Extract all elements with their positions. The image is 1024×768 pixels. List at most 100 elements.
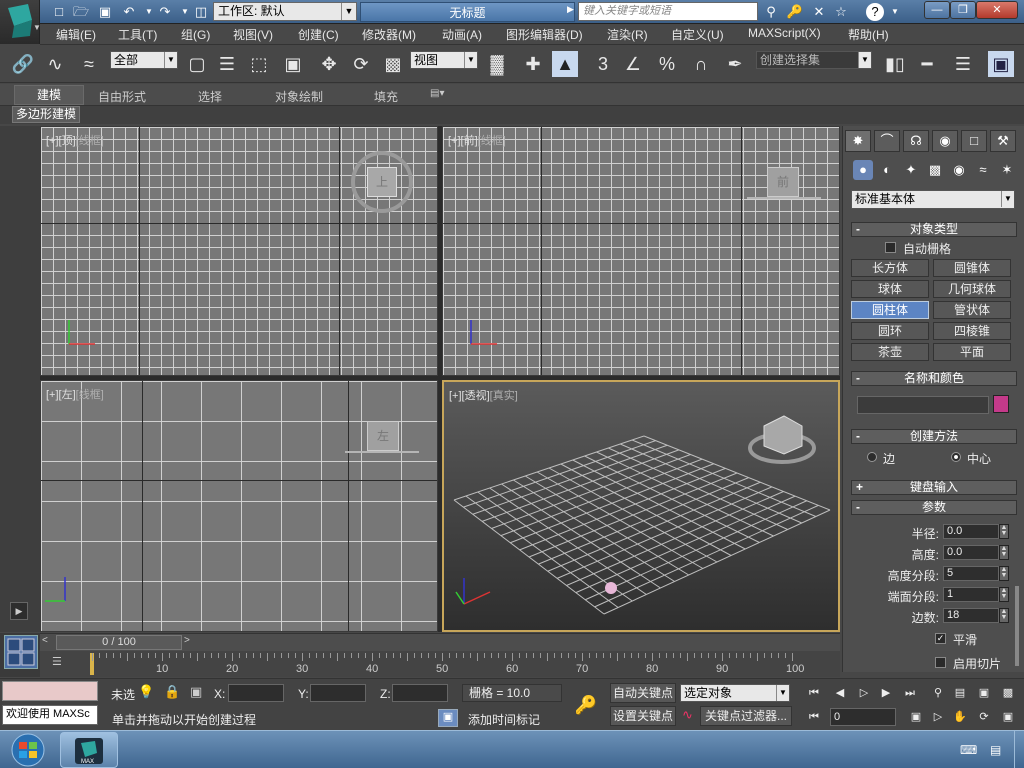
tab-freeform[interactable]: 自由形式 — [98, 88, 146, 105]
expand-right-icon[interactable]: ▶ — [10, 602, 28, 620]
maxscript-mini-listener[interactable]: 欢迎使用 MAXSc — [2, 705, 98, 725]
new-file-icon[interactable]: □ — [50, 3, 68, 21]
next-frame-icon[interactable]: ▶ — [878, 685, 894, 701]
network-tray-icon[interactable]: ▤ — [990, 743, 1001, 757]
viewport-layout-icon[interactable] — [4, 635, 38, 669]
ribbon-options-icon[interactable]: ▤▾ — [430, 88, 444, 99]
unlink-icon[interactable]: ∿ — [42, 51, 68, 77]
angle-snap-icon[interactable]: ∠ — [620, 51, 646, 77]
viewcube-ring[interactable] — [747, 197, 821, 199]
rollout-parameters[interactable]: - 参数 — [851, 500, 1017, 515]
smooth-checkbox[interactable]: ✓ — [935, 633, 946, 644]
object-color-swatch[interactable] — [993, 395, 1009, 413]
tab-modeling[interactable]: 建模 — [14, 85, 84, 105]
plane-button[interactable]: 平面 — [933, 343, 1011, 361]
menu-tools[interactable]: 工具(T) — [118, 26, 157, 43]
set-key-icon[interactable]: 🔑 — [566, 687, 606, 723]
viewport-shading[interactable]: [线框] — [76, 389, 104, 401]
move-icon[interactable]: ✥ — [316, 51, 342, 77]
mirror-icon[interactable]: ▮▯ — [882, 51, 908, 77]
selection-filter-dropdown[interactable]: 全部 ▼ — [110, 51, 178, 69]
cylinder-button[interactable]: 圆柱体 — [851, 301, 929, 319]
slice-checkbox[interactable] — [935, 657, 946, 668]
time-slider-thumb[interactable]: 0 / 100 — [56, 635, 182, 650]
menu-edit[interactable]: 编辑(E) — [56, 26, 96, 43]
orbit-icon[interactable]: ⟳ — [976, 709, 992, 725]
viewcube[interactable]: 上 — [367, 167, 397, 197]
link-icon[interactable]: 🔗 — [10, 51, 36, 77]
select-manipulate-icon[interactable]: ✚ — [520, 51, 546, 77]
tab-selection[interactable]: 选择 — [198, 88, 222, 105]
edit-named-selection-icon[interactable]: ✒ — [722, 51, 748, 77]
ribbon-toggle-icon[interactable]: ▣ — [988, 51, 1014, 77]
chevron-right-icon[interactable]: > — [184, 635, 198, 649]
display-tab-icon[interactable]: □ — [961, 130, 987, 152]
viewcube-ring[interactable] — [345, 451, 419, 453]
param-input[interactable]: 0.0 — [943, 524, 999, 539]
zoom-extents-icon[interactable]: ▣ — [976, 685, 992, 701]
viewport-name[interactable]: [前] — [461, 135, 478, 147]
play-icon[interactable]: ▷ — [856, 685, 872, 701]
track-bar[interactable]: ☰ 10 20 30 40 50 60 70 80 90 100 — [40, 651, 840, 677]
geosphere-button[interactable]: 几何球体 — [933, 280, 1011, 298]
communication-star-icon[interactable]: ✕ — [810, 3, 828, 21]
torus-button[interactable]: 圆环 — [851, 322, 929, 340]
viewport-left[interactable]: [+][左][线框] 左 — [40, 380, 438, 632]
workspace-dropdown[interactable]: 工作区: 默认 ▼ — [213, 2, 357, 21]
isolate-selection-icon[interactable]: 💡 — [138, 684, 154, 700]
menu-help[interactable]: 帮助(H) — [848, 26, 889, 43]
window-crossing-icon[interactable]: ▣ — [280, 51, 306, 77]
rollout-object-type[interactable]: - 对象类型 — [851, 222, 1017, 237]
undo-icon[interactable]: ↶ — [120, 3, 138, 21]
viewport-top[interactable]: [+][顶][线框] 上 — [40, 126, 438, 376]
reference-coord-dropdown[interactable]: 视图 ▼ — [410, 51, 478, 69]
zoom-all-icon[interactable]: ▤ — [952, 685, 968, 701]
project-folder-icon[interactable]: ◫ — [192, 3, 210, 21]
menu-graph-editors[interactable]: 图形编辑器(D) — [506, 26, 583, 43]
tab-object-paint[interactable]: 对象绘制 — [275, 88, 323, 105]
menu-create[interactable]: 创建(C) — [298, 26, 339, 43]
menu-views[interactable]: 视图(V) — [233, 26, 273, 43]
go-to-end-icon[interactable]: ⏭ — [902, 685, 918, 701]
time-config-icon[interactable]: ▣ — [908, 709, 924, 725]
viewcube[interactable]: 前 — [767, 167, 799, 197]
time-slider[interactable]: < 0 / 100 > — [40, 633, 840, 651]
zoom-icon[interactable]: ⚲ — [930, 685, 946, 701]
rotate-icon[interactable]: ⟳ — [348, 51, 374, 77]
box-button[interactable]: 长方体 — [851, 259, 929, 277]
select-by-name-icon[interactable]: ☰ — [214, 51, 240, 77]
param-spinner-icon[interactable]: ▲ ▼ — [999, 524, 1009, 539]
param-spinner-icon[interactable]: ▲ ▼ — [999, 545, 1009, 560]
help-dropdown-icon[interactable]: ▼ — [886, 3, 904, 21]
menu-maxscript[interactable]: MAXScript(X) — [748, 26, 821, 40]
systems-icon[interactable]: ✶ — [997, 160, 1017, 180]
menu-customize[interactable]: 自定义(U) — [671, 26, 724, 43]
rollout-creation-method[interactable]: - 创建方法 — [851, 429, 1017, 444]
motion-tab-icon[interactable]: ◉ — [932, 130, 958, 152]
param-input[interactable]: 1 — [943, 587, 999, 602]
param-input[interactable]: 0.0 — [943, 545, 999, 560]
pivot-center-icon[interactable]: ▓ — [484, 51, 510, 77]
viewcube[interactable]: 左 — [367, 421, 399, 451]
menu-group[interactable]: 组(G) — [181, 26, 210, 43]
add-time-tag-label[interactable]: 添加时间标记 — [468, 711, 540, 728]
creation-edge-radio[interactable] — [867, 452, 877, 462]
y-coordinate-input[interactable] — [310, 684, 366, 702]
transform-mode-icon[interactable]: ▣ — [190, 684, 202, 700]
rollout-name-color[interactable]: - 名称和颜色 — [851, 371, 1017, 386]
maximize-button[interactable]: ❐ — [950, 1, 976, 19]
maximize-viewport-icon[interactable]: ▣ — [1000, 709, 1016, 725]
percent-snap-icon[interactable]: % — [654, 51, 680, 77]
select-object-icon[interactable]: ▢ — [184, 51, 210, 77]
viewport-name[interactable]: [左] — [59, 389, 76, 401]
zoom-extents-all-icon[interactable]: ▩ — [1000, 685, 1016, 701]
show-desktop-button[interactable] — [1014, 731, 1024, 768]
space-warps-icon[interactable]: ≈ — [973, 160, 993, 180]
category-dropdown[interactable]: 标准基本体 ▼ — [851, 190, 1015, 209]
pyramid-button[interactable]: 四棱锥 — [933, 322, 1011, 340]
rollout-keyboard-entry[interactable]: + 键盘输入 — [851, 480, 1017, 495]
param-spinner-icon[interactable]: ▲ ▼ — [999, 566, 1009, 581]
save-icon[interactable]: ▣ — [96, 3, 114, 21]
keyboard-tray-icon[interactable]: ⌨ — [960, 743, 977, 757]
menu-rendering[interactable]: 渲染(R) — [607, 26, 648, 43]
